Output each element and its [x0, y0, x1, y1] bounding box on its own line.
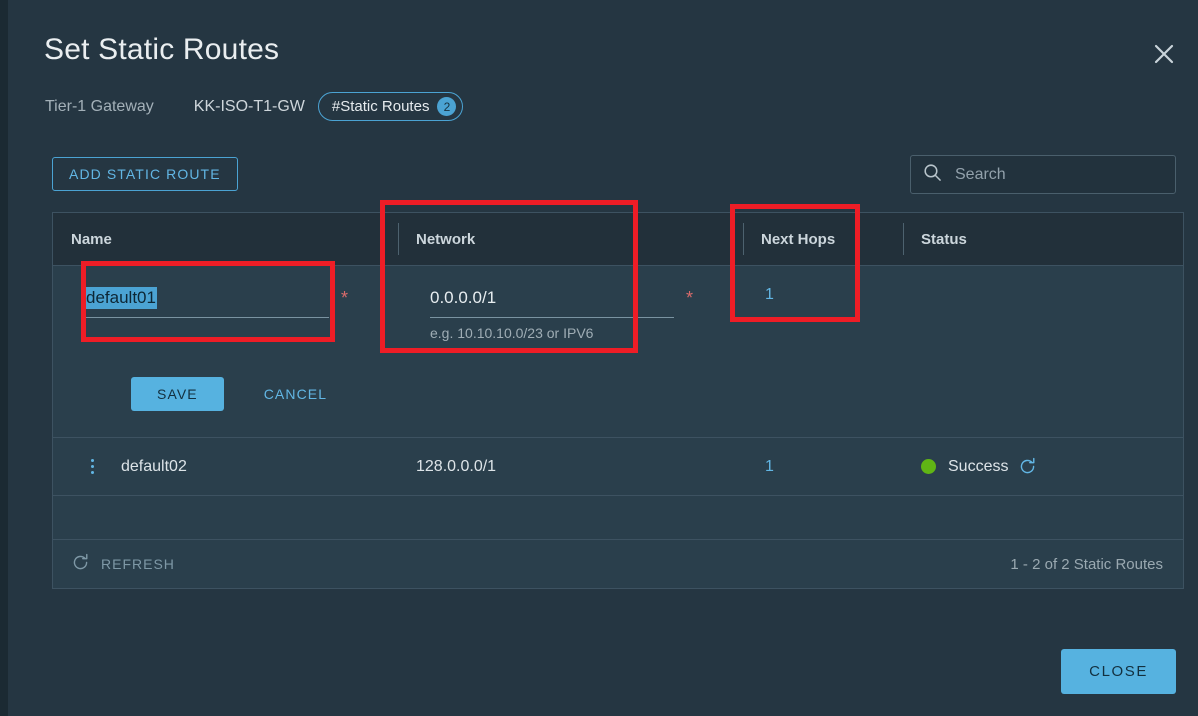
edit-cell-network: 0.0.0.0/1 e.g. 10.10.10.0/23 or IPV6 * — [398, 266, 743, 377]
edit-row: default01 * 0.0.0.0/1 e.g. 10.10.10.0/23… — [53, 266, 1183, 377]
row-name-cell: default02 — [53, 458, 398, 476]
row-name-value: default02 — [121, 457, 187, 475]
static-routes-table: Name Network Next Hops Status default01 … — [52, 212, 1184, 589]
set-static-routes-dialog: Set Static Routes Tier-1 Gateway KK-ISO-… — [8, 0, 1198, 716]
column-header-name[interactable]: Name — [53, 213, 398, 265]
name-input-value: default01 — [85, 287, 157, 309]
row-network-value: 128.0.0.0/1 — [416, 457, 497, 475]
status-dot-icon — [921, 459, 936, 474]
row-next-hops-link[interactable]: 1 — [743, 458, 774, 476]
column-header-status[interactable]: Status — [903, 213, 1183, 265]
network-input-value: 0.0.0.0/1 — [430, 288, 497, 307]
row-network-cell: 128.0.0.0/1 — [398, 458, 743, 476]
column-header-network[interactable]: Network — [398, 213, 743, 265]
name-required-marker: * — [341, 288, 349, 308]
row-status-cell: Success — [903, 457, 1183, 476]
edit-cell-status — [903, 266, 1183, 377]
add-static-route-button[interactable]: ADD STATIC ROUTE — [52, 157, 238, 191]
edit-cell-name: default01 * — [53, 266, 398, 377]
static-routes-chip[interactable]: #Static Routes 2 — [317, 92, 464, 121]
edit-row-actions: SAVE CANCEL — [53, 377, 1183, 437]
cancel-button[interactable]: CANCEL — [258, 385, 333, 403]
breadcrumb-gateway: KK-ISO-T1-GW — [193, 97, 305, 115]
column-header-network-label: Network — [416, 230, 476, 248]
network-input[interactable]: 0.0.0.0/1 — [430, 286, 674, 318]
next-hops-link[interactable]: 1 — [765, 286, 774, 303]
static-routes-chip-label: #Static Routes — [331, 98, 430, 115]
table-empty-row — [53, 496, 1183, 540]
table-header-row: Name Network Next Hops Status — [53, 213, 1183, 266]
search-box[interactable] — [910, 155, 1176, 194]
column-header-next-hops-label: Next Hops — [761, 230, 836, 248]
table-footer: REFRESH 1 - 2 of 2 Static Routes — [53, 540, 1183, 588]
static-routes-chip-count: 2 — [437, 97, 457, 116]
refresh-icon — [71, 553, 90, 575]
refresh-button-label: REFRESH — [101, 556, 175, 572]
breadcrumb-level: Tier-1 Gateway — [45, 97, 154, 115]
network-required-marker: * — [686, 288, 694, 308]
save-button[interactable]: SAVE — [131, 377, 224, 411]
network-helper-text: e.g. 10.10.10.0/23 or IPV6 — [430, 325, 594, 341]
status-refresh-icon[interactable] — [1018, 457, 1037, 476]
search-icon — [923, 163, 942, 187]
column-header-name-label: Name — [71, 230, 112, 248]
edit-cell-next-hops: 1 — [743, 266, 903, 377]
breadcrumb: Tier-1 Gateway KK-ISO-T1-GW #Static Rout… — [45, 92, 464, 121]
close-button[interactable]: CLOSE — [1061, 649, 1176, 694]
table-row[interactable]: default02 128.0.0.0/1 1 Success — [53, 438, 1183, 496]
page-title: Set Static Routes — [44, 33, 280, 66]
close-icon[interactable] — [1148, 38, 1180, 70]
status-badge: Success — [948, 457, 1009, 475]
name-input[interactable]: default01 — [85, 286, 329, 318]
row-actions-menu-icon[interactable] — [75, 459, 109, 474]
refresh-button[interactable]: REFRESH — [71, 553, 175, 575]
row-next-hops-cell: 1 — [743, 458, 903, 476]
record-count-label: 1 - 2 of 2 Static Routes — [1010, 555, 1163, 573]
column-header-status-label: Status — [921, 230, 967, 248]
search-input[interactable] — [953, 164, 1157, 185]
column-header-next-hops[interactable]: Next Hops — [743, 213, 903, 265]
